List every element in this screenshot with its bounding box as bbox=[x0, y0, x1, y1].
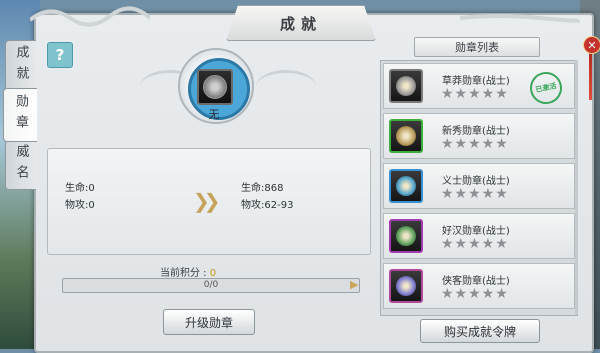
medal-name: 新秀勋章(战士) bbox=[442, 126, 510, 137]
current-attack: 物攻:0 bbox=[65, 200, 95, 211]
tab-medal[interactable]: 勋章 bbox=[3, 88, 37, 142]
current-points: 当前积分 : 0 bbox=[160, 264, 270, 279]
medal-coin-icon bbox=[396, 76, 416, 96]
medal-list-item[interactable]: 新秀勋章(战士) ★★★★★ bbox=[383, 113, 575, 159]
tab-fame[interactable]: 威名 bbox=[5, 140, 36, 190]
star-rating: ★★★★★ bbox=[441, 286, 509, 302]
activated-stamp: 已激活 bbox=[527, 69, 565, 107]
current-medal-name: 无 bbox=[208, 108, 220, 121]
medal-name: 义士勋章(战士) bbox=[442, 176, 510, 187]
star-rating: ★★★★★ bbox=[441, 236, 509, 252]
medal-coin-icon bbox=[396, 276, 416, 296]
progress-text: 0/0 bbox=[203, 280, 219, 290]
current-medal-slot[interactable] bbox=[197, 69, 233, 105]
medal-coin-icon bbox=[396, 176, 416, 196]
next-attack: 物攻:62-93 bbox=[241, 200, 294, 211]
next-hp: 生命:868 bbox=[241, 183, 284, 194]
upgrade-medal-button[interactable]: 升级勋章 bbox=[163, 309, 255, 335]
points-progress-bar: 0/0 bbox=[62, 278, 360, 293]
star-rating: ★★★★★ bbox=[441, 186, 509, 202]
star-rating: ★★★★★ bbox=[441, 86, 509, 102]
medal-list-item[interactable]: 草莽勋章(战士) ★★★★★ 已激活 bbox=[383, 63, 575, 109]
medal-name: 草莽勋章(战士) bbox=[442, 76, 510, 87]
tab-achievement[interactable]: 成就 bbox=[5, 40, 36, 92]
buy-achievement-token-button[interactable]: 购买成就令牌 bbox=[420, 319, 540, 343]
star-rating: ★★★★★ bbox=[441, 136, 509, 152]
medal-icon bbox=[389, 219, 423, 253]
medal-icon bbox=[389, 169, 423, 203]
medal-coin-icon bbox=[396, 226, 416, 246]
medal-list-scrollbar[interactable] bbox=[575, 60, 578, 314]
medal-icon bbox=[389, 269, 423, 303]
medal-coin-icon bbox=[203, 75, 227, 99]
medal-list-item[interactable]: 好汉勋章(战士) ★★★★★ bbox=[383, 213, 575, 259]
medal-icon bbox=[389, 69, 423, 103]
medal-list-item[interactable]: 侠客勋章(战士) ★★★★★ bbox=[383, 263, 575, 309]
help-button[interactable]: ? bbox=[47, 42, 73, 68]
cloud-ornament-right bbox=[460, 14, 580, 23]
close-icon[interactable]: ✕ bbox=[583, 36, 600, 54]
tassel-ornament bbox=[589, 52, 592, 100]
progress-cap-right-icon: ▶ bbox=[350, 278, 359, 291]
current-hp: 生命:0 bbox=[65, 183, 95, 194]
double-chevron-right-icon: ❯❯ bbox=[193, 189, 220, 213]
medal-wing-right-ornament bbox=[256, 70, 316, 103]
medal-coin-icon bbox=[396, 126, 416, 146]
medal-name: 侠客勋章(战士) bbox=[442, 276, 510, 287]
medal-icon bbox=[389, 119, 423, 153]
medal-list-item[interactable]: 义士勋章(战士) ★★★★★ bbox=[383, 163, 575, 209]
window-title: 成就 bbox=[226, 5, 376, 41]
medal-list-header: 勋章列表 bbox=[414, 37, 540, 57]
medal-name: 好汉勋章(战士) bbox=[442, 226, 510, 237]
cloud-ornament-left bbox=[30, 6, 150, 27]
